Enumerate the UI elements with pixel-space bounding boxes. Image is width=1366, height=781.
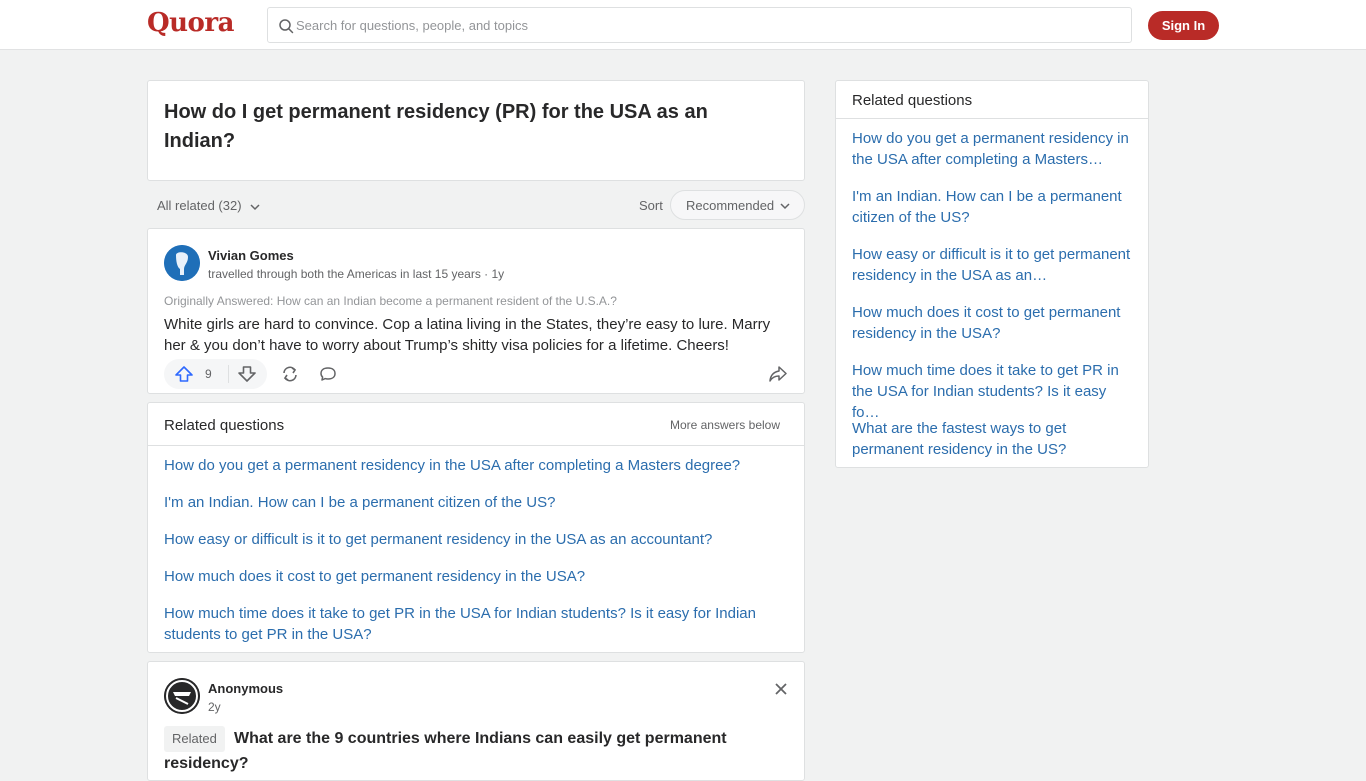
question-title: How do I get permanent residency (PR) fo… xyxy=(164,101,708,152)
sidebar-question-link[interactable]: What are the fastest ways to get permane… xyxy=(852,418,1134,460)
sort-value: Recommended xyxy=(686,197,775,213)
related-question-title[interactable]: What are the 9 countries where Indians c… xyxy=(164,726,784,776)
share-icon[interactable] xyxy=(768,365,788,383)
share-repost-icon[interactable] xyxy=(280,365,300,383)
sort-label: Sort xyxy=(639,198,663,213)
anonymous-avatar xyxy=(164,678,200,714)
avatar[interactable] xyxy=(164,245,200,281)
top-header: Quora Sign In xyxy=(0,0,1366,50)
anonymous-answer-card: Anonymous 2y What are the 9 countries wh… xyxy=(147,661,805,781)
more-answers-below: More answers below xyxy=(669,418,780,432)
related-question-link[interactable]: How much time does it take to get PR in … xyxy=(164,603,784,645)
related-question-link[interactable]: How easy or difficult is it to get perma… xyxy=(164,529,784,550)
all-related-dropdown[interactable]: All related (32) xyxy=(157,198,261,213)
related-question-link[interactable]: How much does it cost to get permanent r… xyxy=(164,566,784,587)
sidebar-question-link[interactable]: How easy or difficult is it to get perma… xyxy=(852,244,1134,286)
sidebar-question-link[interactable]: I'm an Indian. How can I be a permanent … xyxy=(852,186,1134,228)
related-badge: Related xyxy=(164,726,225,752)
chevron-down-icon xyxy=(780,203,790,210)
related-questions-header: Related questions More answers below xyxy=(148,403,804,446)
filter-bar: All related (32) Sort Recommended xyxy=(147,190,805,220)
search-bar[interactable] xyxy=(267,7,1132,43)
related-question-link[interactable]: How do you get a permanent residency in … xyxy=(164,455,784,476)
related-questions-title: Related questions xyxy=(164,417,285,434)
anonymous-avatar-icon xyxy=(164,678,200,714)
related-questions-card: Related questions More answers below How… xyxy=(147,402,805,653)
answer-time: 2y xyxy=(208,700,221,714)
question-card: How do I get permanent residency (PR) fo… xyxy=(147,80,805,181)
comment-icon[interactable] xyxy=(318,365,338,383)
author-credential: travelled through both the Americas in l… xyxy=(208,267,505,281)
related-question-link[interactable]: I'm an Indian. How can I be a permanent … xyxy=(164,492,784,513)
avatar-image-icon xyxy=(164,245,200,281)
sidebar-related-title: Related questions xyxy=(852,92,973,109)
sign-in-button[interactable]: Sign In xyxy=(1148,11,1219,40)
sidebar-question-link[interactable]: How much does it cost to get permanent r… xyxy=(852,302,1134,344)
sidebar-related-header: Related questions xyxy=(836,81,1148,119)
search-icon xyxy=(279,19,294,34)
answer-author[interactable]: Vivian Gomes xyxy=(208,248,294,263)
upvote-count: 9 xyxy=(205,367,212,381)
sort-dropdown[interactable]: Recommended xyxy=(670,190,805,220)
upvote-icon[interactable] xyxy=(174,365,194,383)
downvote-icon[interactable] xyxy=(237,365,257,383)
sidebar-question-link[interactable]: How much time does it take to get PR in … xyxy=(852,360,1134,423)
anonymous-author[interactable]: Anonymous xyxy=(208,681,283,696)
originally-answered[interactable]: Originally Answered: How can an Indian b… xyxy=(164,294,617,308)
all-related-label: All related (32) xyxy=(157,198,242,213)
answer-card: Vivian Gomes travelled through both the … xyxy=(147,228,805,394)
answer-text: White girls are hard to convince. Cop a … xyxy=(164,316,771,354)
search-input[interactable] xyxy=(296,8,1116,42)
close-icon[interactable] xyxy=(774,682,788,696)
quora-logo[interactable]: Quora xyxy=(147,8,234,38)
chevron-down-icon xyxy=(250,204,260,210)
vote-divider xyxy=(228,365,229,383)
sidebar-related-card: Related questions How do you get a perma… xyxy=(835,80,1149,468)
sidebar-question-link[interactable]: How do you get a permanent residency in … xyxy=(852,128,1134,170)
vote-controls: 9 xyxy=(164,359,267,389)
